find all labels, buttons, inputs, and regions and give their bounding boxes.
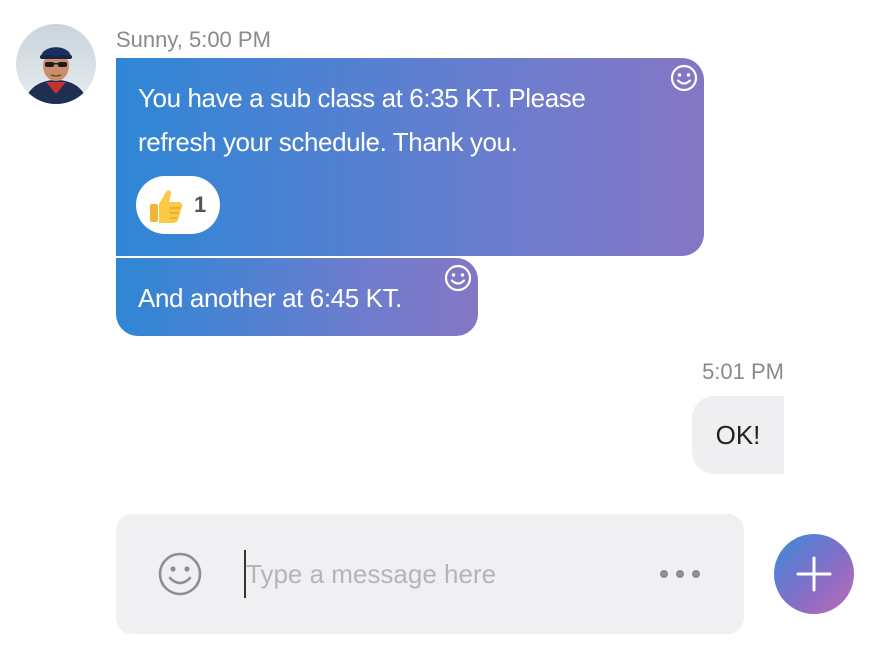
reaction-chip[interactable]: 1 [136,176,220,234]
outgoing-meta: 5:01 PM [702,359,784,384]
plus-icon [796,556,832,592]
smiley-icon[interactable] [668,62,700,94]
thumbs-up-icon [150,190,183,223]
smiley-icon[interactable] [156,550,204,598]
incoming-message-1[interactable]: You have a sub class at 6:35 KT. Please … [116,58,704,256]
reaction-count: 1 [194,192,207,217]
message-input[interactable] [244,550,626,598]
outgoing-message-1[interactable]: OK! [692,396,784,474]
chat-window: Sunny, 5:00 PM You have a sub class at 6… [0,0,880,667]
avatar-photo [16,24,96,104]
message-text: And another at 6:45 KT. [138,283,402,313]
message-composer [116,514,744,634]
more-dots-icon[interactable] [652,558,708,590]
sender-meta: Sunny, 5:00 PM [116,27,271,52]
add-attachment-button[interactable] [774,534,854,614]
sender-avatar[interactable] [16,24,96,104]
message-text: You have a sub class at 6:35 KT. Please … [138,83,586,157]
smiley-icon[interactable] [442,262,474,294]
incoming-message-2[interactable]: And another at 6:45 KT. [116,258,478,336]
